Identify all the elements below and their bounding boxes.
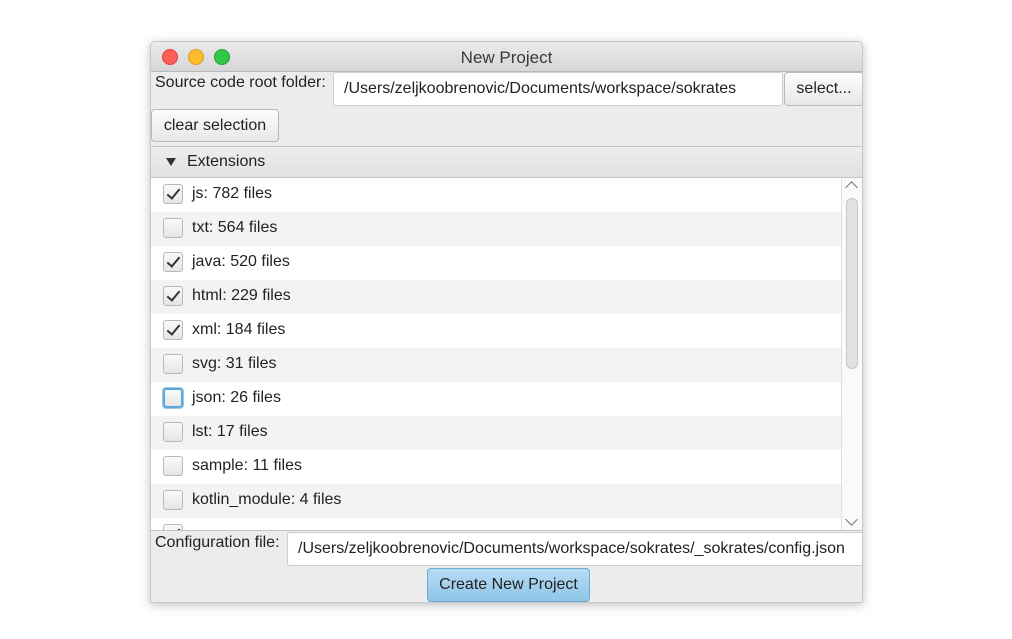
list-item[interactable] — [151, 518, 841, 530]
clear-selection-button[interactable]: clear selection — [151, 109, 279, 142]
extension-checkbox[interactable] — [163, 388, 183, 408]
list-item[interactable]: txt: 564 files — [151, 212, 841, 246]
extensions-section-header[interactable]: Extensions — [151, 146, 862, 178]
list-item[interactable]: json: 26 files — [151, 382, 841, 416]
new-project-window: New Project Source code root folder: /Us… — [150, 41, 863, 603]
extension-label: json: 26 files — [192, 389, 281, 406]
list-item[interactable]: lst: 17 files — [151, 416, 841, 450]
extension-checkbox[interactable] — [163, 320, 183, 340]
extension-checkbox[interactable] — [163, 422, 183, 442]
config-file-label: Configuration file: — [155, 534, 280, 551]
window-title: New Project — [460, 48, 553, 67]
extension-checkbox[interactable] — [163, 184, 183, 204]
extension-label: svg: 31 files — [192, 355, 277, 372]
extension-label: html: 229 files — [192, 287, 291, 304]
extension-checkbox[interactable] — [163, 286, 183, 306]
scroll-down-arrow-icon[interactable] — [845, 513, 858, 526]
scroll-up-arrow-icon[interactable] — [845, 181, 858, 194]
extensions-title: Extensions — [187, 153, 266, 170]
extension-checkbox[interactable] — [163, 354, 183, 374]
list-item[interactable]: svg: 31 files — [151, 348, 841, 382]
list-item[interactable]: xml: 184 files — [151, 314, 841, 348]
extension-checkbox[interactable] — [163, 218, 183, 238]
extension-label: kotlin_module: 4 files — [192, 491, 342, 508]
list-item[interactable]: html: 229 files — [151, 280, 841, 314]
extension-checkbox[interactable] — [163, 490, 183, 510]
create-project-button[interactable]: Create New Project — [427, 568, 590, 602]
extension-checkbox[interactable] — [163, 524, 183, 530]
extension-label: java: 520 files — [192, 253, 290, 270]
extension-label: xml: 184 files — [192, 321, 286, 338]
list-item[interactable]: java: 520 files — [151, 246, 841, 280]
extension-checkbox[interactable] — [163, 456, 183, 476]
select-folder-button[interactable]: select... — [784, 72, 862, 106]
list-item[interactable]: js: 782 files — [151, 178, 841, 212]
extensions-list[interactable]: js: 782 files txt: 564 files java: 520 fil… — [151, 178, 862, 531]
extension-label: sample: 11 files — [192, 457, 302, 474]
list-item[interactable]: kotlin_module: 4 files — [151, 484, 841, 518]
title-bar: New Project — [151, 42, 862, 72]
extension-label: js: 782 files — [192, 185, 273, 202]
collapse-triangle-icon — [166, 158, 176, 166]
extension-label: txt: 564 files — [192, 219, 278, 236]
source-folder-label: Source code root folder: — [155, 74, 326, 91]
config-file-field[interactable]: /Users/zeljkoobrenovic/Documents/workspa… — [287, 532, 862, 566]
extension-checkbox[interactable] — [163, 252, 183, 272]
vertical-scrollbar[interactable] — [841, 178, 862, 530]
list-item[interactable]: sample: 11 files — [151, 450, 841, 484]
extension-label: lst: 17 files — [192, 423, 268, 440]
source-folder-field[interactable]: /Users/zeljkoobrenovic/Documents/workspa… — [333, 72, 783, 106]
scrollbar-thumb[interactable] — [846, 198, 858, 369]
